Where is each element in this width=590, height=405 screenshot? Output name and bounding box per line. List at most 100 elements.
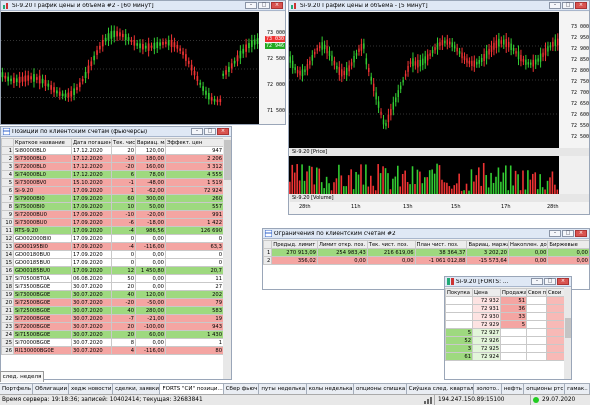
- chart-window-5min[interactable]: Si-9.20 График цены и объёма - [5 минут]…: [288, 0, 590, 215]
- table-row[interactable]: 1 Si80000BL0 17.12.2020 20 120,00 947: [1, 146, 223, 155]
- vertical-scrollbar[interactable]: [223, 138, 231, 379]
- table-row[interactable]: 21 Si72500BG0E 30.07.2020 40 280,00 583: [1, 306, 223, 315]
- workspace-tab[interactable]: опционы спишка: [354, 384, 407, 394]
- price-chart[interactable]: [1, 12, 259, 124]
- table-row[interactable]: 6 Si-9.20 17.09.2020 1 -62,00 72 924: [1, 186, 223, 195]
- table-row[interactable]: 3 Si72000BL0 17.12.2020 -20 160,00 3 312: [1, 162, 223, 171]
- column-header[interactable]: Покупка: [445, 288, 473, 297]
- maximize-button[interactable]: □: [258, 2, 270, 9]
- title-bar[interactable]: Позиции по клиентским счетам (фьючерсы) …: [1, 127, 231, 137]
- column-header[interactable]: Предыд. лимит: [271, 240, 318, 249]
- column-header[interactable]: Цена: [472, 288, 501, 297]
- table-row[interactable]: 12 GD002000BI0 17.09.2020 0 0,00 0: [1, 234, 223, 243]
- column-header[interactable]: Тек. чист.поз: [111, 138, 136, 147]
- close-button[interactable]: ×: [557, 278, 569, 285]
- maximize-button[interactable]: □: [544, 278, 556, 285]
- column-header[interactable]: Краткое название: [13, 138, 72, 147]
- workspace-tab[interactable]: хедж новости: [69, 384, 114, 394]
- table-row[interactable]: 18 Si73500BG0E 30.07.2020 20 0,00 27: [1, 282, 223, 291]
- table-row[interactable]: 5 Si73000BV0 15.10.2020 -1 -48,00 1 519: [1, 178, 223, 187]
- quote-row[interactable]: 72 929 5: [445, 320, 564, 329]
- table-row[interactable]: 24 Si71500BG0E 30.07.2020 20 60,00 1 430: [1, 330, 223, 339]
- quote-row[interactable]: 61 72 924: [445, 352, 564, 361]
- quote-row[interactable]: 72 930 33: [445, 312, 564, 321]
- minimize-button[interactable]: –: [191, 128, 203, 135]
- minimize-button[interactable]: –: [245, 2, 257, 9]
- workspace-tab[interactable]: колы неделька: [307, 384, 355, 394]
- column-header[interactable]: Продажа: [500, 288, 527, 297]
- workspace-tab[interactable]: сделки, заявки: [113, 384, 161, 394]
- column-header[interactable]: Свои: [546, 288, 564, 297]
- column-header[interactable]: Своя по: [526, 288, 547, 297]
- column-header[interactable]: Вариац. маржа: [135, 138, 166, 147]
- title-bar[interactable]: Si-9.20 График цены и объёма - [5 минут]…: [289, 1, 589, 11]
- close-button[interactable]: ×: [575, 230, 587, 237]
- workspace-tab[interactable]: Сиўшка след. квартал: [407, 384, 475, 394]
- volume-chart[interactable]: [289, 156, 559, 194]
- close-button[interactable]: ×: [217, 128, 229, 135]
- table-row[interactable]: 4 Si74000BL0 17.12.2020 6 78,00 4 555: [1, 170, 223, 179]
- title-bar[interactable]: Si-9.20 График цены и объёма #2 - [60 ми…: [1, 1, 285, 11]
- maximize-button[interactable]: □: [562, 230, 574, 237]
- workspace-tab[interactable]: Портфель: [0, 384, 34, 394]
- table-row[interactable]: 11 RTS-9.20 17.09.2020 -4 986,56 126 690: [1, 226, 223, 235]
- sheet-tab[interactable]: след. неделя: [0, 371, 44, 382]
- table-row[interactable]: 14 GD00180BU0 17.09.2020 0 0,00 0: [1, 250, 223, 259]
- column-header[interactable]: Тек. чист. поз.: [366, 240, 416, 249]
- table-row[interactable]: 22 Si72000BG0E 30.07.2020 -7 -21,00 19: [1, 314, 223, 323]
- quote-row[interactable]: 72 932 51: [445, 296, 564, 305]
- table-row[interactable]: 2 Si73000BL0 17.12.2020 -10 180,00 2 206: [1, 154, 223, 163]
- column-header[interactable]: Лимит откр. поз.: [316, 240, 368, 249]
- workspace-tab[interactable]: гамак..: [565, 384, 590, 394]
- positions-window[interactable]: Позиции по клиентским счетам (фьючерсы) …: [0, 126, 232, 380]
- workspace-tab[interactable]: золото..: [474, 384, 502, 394]
- table-row[interactable]: 9 Si72000BU0 17.09.2020 -10 -20,00 991: [1, 210, 223, 219]
- title-bar[interactable]: Si-9.20 [FORTS: ... – □ ×: [445, 277, 571, 287]
- column-header[interactable]: Накоплен. доход: [507, 240, 549, 249]
- quotes-window[interactable]: Si-9.20 [FORTS: ... – □ × Покупка Цена Прода…: [444, 276, 572, 380]
- column-header[interactable]: Дата погашен: [71, 138, 112, 147]
- candle: [205, 90, 207, 95]
- column-header[interactable]: [1, 138, 14, 147]
- table-row[interactable]: 10 Si73000BU0 17.09.2020 -6 -18,00 1 422: [1, 218, 223, 227]
- table-row[interactable]: 7 Si79000BI0 17.09.2020 60 300,00 260: [1, 194, 223, 203]
- table-row[interactable]: 26 RI130000BG0E 30.07.2020 4 -116,00 80: [1, 346, 223, 355]
- workspace-tab[interactable]: опционы ртс: [524, 384, 566, 394]
- maximize-button[interactable]: □: [204, 128, 216, 135]
- maximize-button[interactable]: □: [562, 2, 574, 9]
- table-row[interactable]: 17 Si70500BT0A 06.08.2020 50 0,00 11: [1, 274, 223, 283]
- table-row[interactable]: 8 Si75000BI0 17.09.2020 10 50,00 557: [1, 202, 223, 211]
- table-row[interactable]: 1 270 913,09 254 983,43 216 619,06 38 364,37…: [263, 248, 589, 257]
- close-button[interactable]: ×: [271, 2, 283, 9]
- workspace-tab[interactable]: путы неделька: [259, 384, 307, 394]
- vertical-scrollbar[interactable]: [564, 288, 571, 379]
- minimize-button[interactable]: –: [549, 2, 561, 9]
- column-header[interactable]: [263, 240, 273, 249]
- quote-row[interactable]: 5 72 927: [445, 328, 564, 337]
- close-button[interactable]: ×: [575, 2, 587, 9]
- table-row[interactable]: 15 GD00185BU0 17.09.2020 0 0,00 0: [1, 258, 223, 267]
- minimize-button[interactable]: –: [549, 230, 561, 237]
- quote-row[interactable]: 52 72 926: [445, 336, 564, 345]
- table-row[interactable]: 19 Si73000BG0E 30.07.2020 40 120,00 202: [1, 290, 223, 299]
- table-row[interactable]: 20 Si72500BG0E 30.07.2020 -20 -50,00 79: [1, 298, 223, 307]
- column-header[interactable]: Эффект. цен: [165, 138, 223, 147]
- column-header[interactable]: План чист. поз.: [414, 240, 468, 249]
- price-chart[interactable]: [289, 12, 559, 148]
- workspace-tab[interactable]: Облигации: [33, 384, 69, 394]
- table-row[interactable]: 2 356,02 0,00 0,00 -1 061 012,88 -15 573,64 0,…: [263, 256, 589, 265]
- minimize-button[interactable]: –: [531, 278, 543, 285]
- table-row[interactable]: 25 Si70000BG0E 30.07.2020 8 0,00 1: [1, 338, 223, 347]
- table-row[interactable]: 13 GD00195BI0 17.09.2020 -4 -116,00 63,3: [1, 242, 223, 251]
- workspace-tab[interactable]: Сбер фьюч: [224, 384, 260, 394]
- title-bar[interactable]: Ограничения по клиентским счетам #2 – □ ×: [263, 229, 589, 239]
- workspace-tab[interactable]: нефть: [502, 384, 525, 394]
- column-header[interactable]: Биржевые: [547, 240, 589, 249]
- workspace-tab[interactable]: FORTS "СИ" позици...: [160, 384, 224, 394]
- quote-row[interactable]: 3 72 925: [445, 344, 564, 353]
- chart-window-60min[interactable]: Si-9.20 График цены и объёма #2 - [60 ми…: [0, 0, 286, 125]
- table-row[interactable]: 16 GD00185BU0 17.09.2020 12 1 450,80 20,7: [1, 266, 223, 275]
- quote-row[interactable]: 72 931 36: [445, 304, 564, 313]
- column-header[interactable]: Вариац. маржа: [466, 240, 509, 249]
- table-row[interactable]: 23 Si72000BG0E 30.07.2020 20 -100,00 943: [1, 322, 223, 331]
